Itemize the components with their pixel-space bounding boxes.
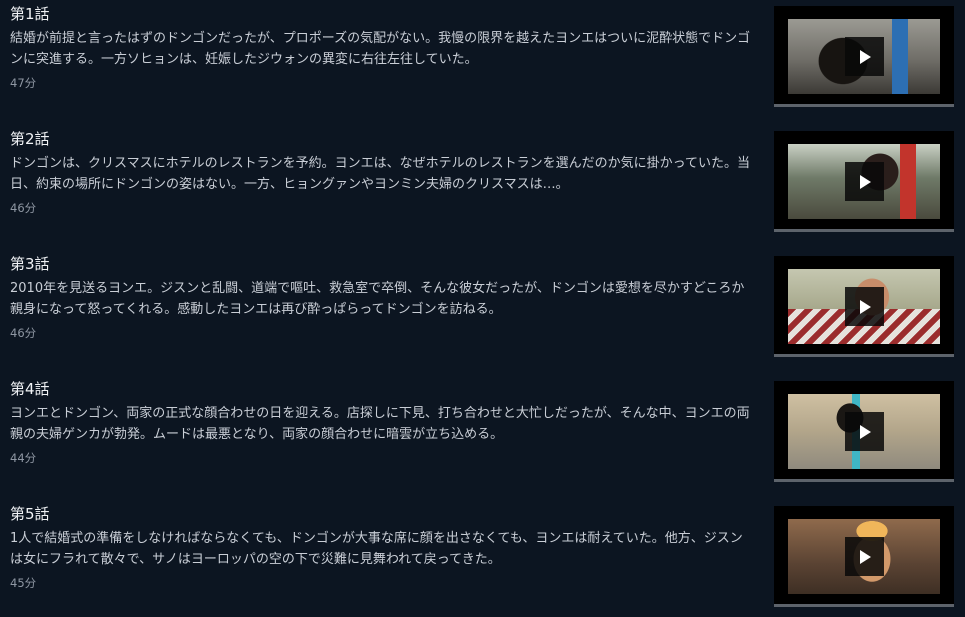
episode-duration: 45分 (10, 576, 37, 590)
episode-thumbnail[interactable] (774, 131, 954, 229)
episode-title[interactable]: 第2話 (10, 128, 50, 150)
watch-progress-bar (774, 479, 954, 482)
watch-progress-bar (774, 229, 954, 232)
watch-progress-bar (774, 604, 954, 607)
episode-list: 第1話 結婚が前提と言ったはずのドンゴンだったが、プロポーズの気配がない。我慢の… (0, 0, 965, 617)
play-icon[interactable] (845, 287, 884, 326)
episode-thumbnail[interactable] (774, 256, 954, 354)
episode-title[interactable]: 第1話 (10, 3, 50, 25)
episode-item-1[interactable]: 第1話 結婚が前提と言ったはずのドンゴンだったが、プロポーズの気配がない。我慢の… (0, 0, 965, 125)
episode-description: 結婚が前提と言ったはずのドンゴンだったが、プロポーズの気配がない。我慢の限界を越… (10, 31, 751, 67)
episode-item-2[interactable]: 第2話 ドンゴンは、クリスマスにホテルのレストランを予約。ヨンエは、なぜホテルの… (0, 125, 965, 250)
episode-title[interactable]: 第5話 (10, 503, 50, 525)
episode-duration: 46分 (10, 326, 37, 340)
play-icon[interactable] (845, 537, 884, 576)
episode-description: 2010年を見送るヨンエ。ジスンと乱闘、道端で嘔吐、救急室で卒倒、そんな彼女だっ… (10, 281, 745, 317)
play-icon[interactable] (845, 37, 884, 76)
episode-title[interactable]: 第3話 (10, 253, 50, 275)
episode-description: 1人で結婚式の準備をしなければならなくても、ドンゴンが大事な席に顔を出さなくても… (10, 531, 743, 567)
episode-title[interactable]: 第4話 (10, 378, 50, 400)
play-icon[interactable] (845, 162, 884, 201)
episode-thumbnail[interactable] (774, 381, 954, 479)
episode-thumbnail[interactable] (774, 506, 954, 604)
episode-description: ドンゴンは、クリスマスにホテルのレストランを予約。ヨンエは、なぜホテルのレストラ… (10, 156, 750, 192)
episode-thumbnail[interactable] (774, 6, 954, 104)
play-icon[interactable] (845, 412, 884, 451)
episode-item-3[interactable]: 第3話 2010年を見送るヨンエ。ジスンと乱闘、道端で嘔吐、救急室で卒倒、そんな… (0, 250, 965, 375)
episode-item-4[interactable]: 第4話 ヨンエとドンゴン、両家の正式な顔合わせの日を迎える。店探しに下見、打ち合… (0, 375, 965, 500)
episode-duration: 44分 (10, 451, 37, 465)
episode-duration: 46分 (10, 201, 37, 215)
episode-description: ヨンエとドンゴン、両家の正式な顔合わせの日を迎える。店探しに下見、打ち合わせと大… (10, 406, 750, 442)
episode-duration: 47分 (10, 76, 37, 90)
watch-progress-bar (774, 104, 954, 107)
episode-item-5[interactable]: 第5話 1人で結婚式の準備をしなければならなくても、ドンゴンが大事な席に顔を出さ… (0, 500, 965, 617)
watch-progress-bar (774, 354, 954, 357)
